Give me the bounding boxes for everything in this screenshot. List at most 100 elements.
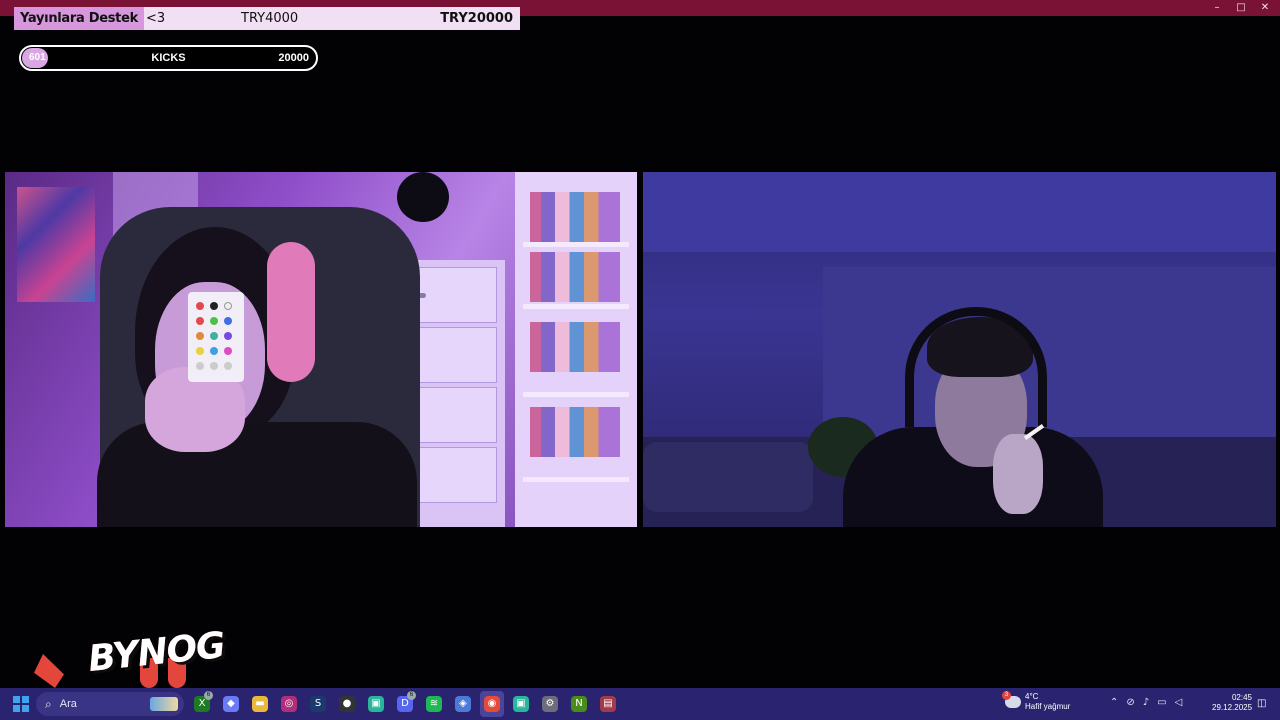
taskbar-pinned-apps: X 6 ◆ ▬ ◎ S ● ▣ D 6 ≋ ◈ ◉ ▣ ⚙ N ▤ <box>190 691 620 717</box>
donation-current-amount: TRY4000 <box>241 11 299 26</box>
logo-text: BYNOG <box>86 624 227 681</box>
xbox-taskbar-button[interactable]: X6 <box>190 691 214 717</box>
spotify-icon: ≋ <box>426 696 442 712</box>
obs-taskbar-button[interactable]: ● <box>335 691 359 717</box>
copilot-icon: ◆ <box>223 696 239 712</box>
taskbar-clock[interactable]: 02:45 29.12.2025 <box>1212 693 1252 713</box>
notification-bell-icon[interactable]: ◫ <box>1257 698 1266 709</box>
lamp <box>397 172 449 222</box>
donation-goal-label: Yayınlara Destek <box>14 7 144 30</box>
chrome-taskbar-button[interactable]: ◉ <box>480 691 504 717</box>
search-placeholder: Ara <box>59 698 77 710</box>
app-circle-taskbar-button[interactable]: ◎ <box>277 691 301 717</box>
stream-screen: – □ ✕ Yayınlara Destek <3 TRY4000 TRY200… <box>0 0 1280 720</box>
webcam-right <box>643 172 1276 527</box>
start-button[interactable] <box>13 696 29 712</box>
books <box>530 407 620 457</box>
weather-description: Hafif yağmur <box>1025 702 1071 711</box>
channel-logo: BYNOG <box>28 625 227 690</box>
remote-button <box>196 302 204 310</box>
close-button[interactable]: ✕ <box>1256 1 1274 15</box>
streamer-body <box>97 422 417 527</box>
steam-taskbar-button[interactable]: S <box>306 691 330 717</box>
steam-icon: S <box>310 696 326 712</box>
app-green-taskbar-button[interactable]: ▣ <box>364 691 388 717</box>
app-teal-taskbar-button[interactable]: ▣ <box>509 691 533 717</box>
display-icon[interactable]: ▭ <box>1157 697 1166 708</box>
folder-taskbar-button[interactable]: ▬ <box>248 691 272 717</box>
remote-button <box>224 332 232 340</box>
obs-icon: ● <box>339 696 355 712</box>
nvidia-taskbar-button[interactable]: N <box>567 691 591 717</box>
kicks-goal-bar: 601 KICKS 20000 <box>19 45 318 71</box>
donation-heart-text: <3 <box>145 11 166 26</box>
kicks-target: 20000 <box>278 52 309 64</box>
chrome-icon: ◉ <box>484 696 500 712</box>
remote-button <box>210 362 218 370</box>
remote-button <box>224 362 232 370</box>
rain-cloud-icon: 3 <box>1002 691 1021 708</box>
app-circle-icon: ◎ <box>281 696 297 712</box>
windows-logo-tile <box>22 705 29 712</box>
remote-button <box>224 347 232 355</box>
settings-icon: ⚙ <box>542 696 558 712</box>
remote-button <box>224 302 232 310</box>
winrar-icon: ▤ <box>600 696 616 712</box>
app-green-icon: ▣ <box>368 696 384 712</box>
app-blue-icon: ◈ <box>455 696 471 712</box>
remote-button <box>210 317 218 325</box>
cat-ear-headphones <box>267 242 315 382</box>
taskbar-search-box[interactable]: ⌕ Ara <box>36 692 184 716</box>
weather-temperature: 4°C <box>1025 692 1039 701</box>
windows-logo-tile <box>13 696 20 703</box>
remote-button <box>210 302 218 310</box>
copilot-taskbar-button[interactable]: ◆ <box>219 691 243 717</box>
bookshelf-board <box>523 392 629 397</box>
search-icon: ⌕ <box>45 696 52 711</box>
spotify-taskbar-button[interactable]: ≋ <box>422 691 446 717</box>
notification-badge: 6 <box>204 691 213 700</box>
settings-taskbar-button[interactable]: ⚙ <box>538 691 562 717</box>
weather-widget[interactable]: 3 4°C Hafif yağmur <box>1002 691 1071 712</box>
led-remote-control <box>188 292 244 382</box>
discord-taskbar-button[interactable]: D6 <box>393 691 417 717</box>
system-tray: ⌃ ⊘ ♪ ▭ ◁ <box>1110 697 1182 708</box>
app-teal-icon: ▣ <box>513 696 529 712</box>
remote-button <box>196 362 204 370</box>
nvidia-icon: N <box>571 696 587 712</box>
volume-icon[interactable]: ◁ <box>1175 697 1183 708</box>
weather-badge: 3 <box>1002 691 1011 700</box>
books <box>530 252 620 302</box>
bookshelf-board <box>523 242 629 247</box>
minimize-button[interactable]: – <box>1208 1 1226 15</box>
maximize-button[interactable]: □ <box>1232 1 1250 15</box>
app-blue-taskbar-button[interactable]: ◈ <box>451 691 475 717</box>
kicks-label: KICKS <box>151 52 186 64</box>
chevron-up-icon[interactable]: ⌃ <box>1110 697 1118 708</box>
remote-button <box>210 347 218 355</box>
remote-button <box>196 347 204 355</box>
windows-logo-tile <box>13 705 20 712</box>
search-highlight-image <box>150 697 178 711</box>
wall-poster <box>17 187 95 302</box>
logo-sword-icon <box>34 654 64 688</box>
donation-goal-amount: TRY20000 <box>440 11 513 26</box>
remote-button <box>210 332 218 340</box>
windows-logo-tile <box>22 696 29 703</box>
books <box>530 322 620 372</box>
network-off-icon[interactable]: ⊘ <box>1126 697 1134 708</box>
notification-badge: 6 <box>407 691 416 700</box>
winrar-taskbar-button[interactable]: ▤ <box>596 691 620 717</box>
books <box>530 192 620 242</box>
folder-icon: ▬ <box>252 696 268 712</box>
microphone-icon[interactable]: ♪ <box>1143 697 1149 708</box>
sofa-cushion <box>643 442 813 512</box>
remote-button <box>196 332 204 340</box>
remote-button <box>224 317 232 325</box>
bookshelf-board <box>523 304 629 309</box>
ceiling <box>643 172 1276 252</box>
clock-time: 02:45 <box>1231 693 1252 702</box>
remote-button <box>196 317 204 325</box>
webcam-left <box>5 172 637 527</box>
guest-hand <box>993 434 1043 514</box>
